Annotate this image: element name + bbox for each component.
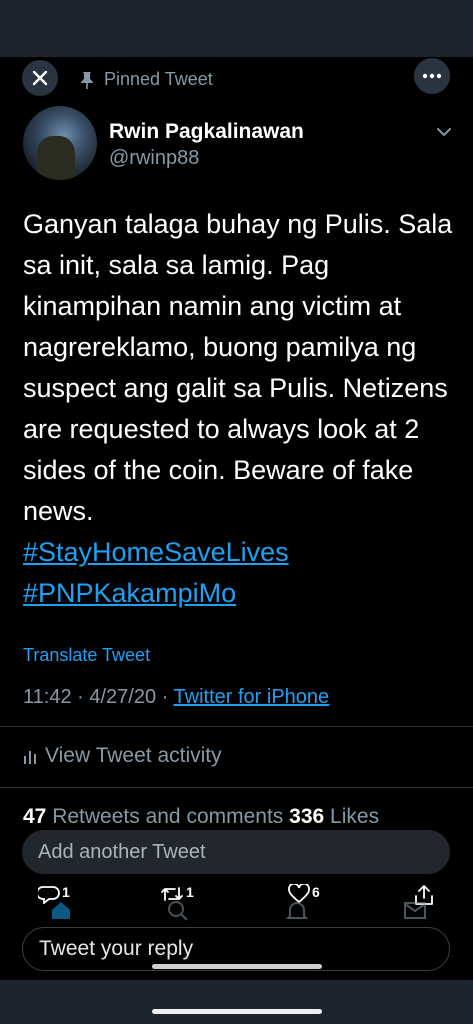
top-bar [0,0,473,57]
scroll-indicator [152,964,322,969]
close-icon [32,70,48,86]
retweet-count: 1 [186,884,194,900]
meta-separator: · [161,686,169,708]
meta-separator: · [77,686,84,708]
tweet-action-bar: 1 1 6 [0,876,473,926]
tweet-stats: 47 Retweets and comments 336 Likes [23,805,379,823]
likes-count[interactable]: 336 [289,805,324,823]
hashtag-link[interactable]: #StayHomeSaveLives [23,532,463,573]
likes-label[interactable]: Likes [330,805,379,823]
pinned-indicator: Pinned Tweet [80,69,213,90]
divider [0,787,473,788]
tweet-time: 11:42 [23,686,72,708]
add-another-tweet-button[interactable]: Add another Tweet [22,830,450,874]
chevron-down-icon [437,128,451,137]
tweet-options-button[interactable] [437,124,451,142]
author-handle[interactable]: @rwinp88 [109,147,199,170]
tweet-text-body: Ganyan talaga buhay ng Pulis. Sala sa in… [23,209,453,526]
retweets-count[interactable]: 47 [23,805,46,823]
bar-chart-icon [24,751,36,764]
close-button[interactable] [22,60,58,96]
view-tweet-activity-button[interactable]: View Tweet activity [23,744,222,768]
hashtag-link[interactable]: #PNPKakampiMo [23,573,463,614]
translate-tweet-link[interactable]: Translate Tweet [23,645,150,666]
view-tweet-activity-label: View Tweet activity [45,744,222,767]
mail-icon [404,902,426,919]
home-icon [52,902,70,919]
more-icon [422,73,442,79]
like-count: 6 [312,884,320,900]
tweet-meta: 11:42 · 4/27/20 · Twitter for iPhone [23,686,329,709]
pin-icon [81,71,93,89]
tweet-date: 4/27/20 [89,686,157,708]
author-display-name[interactable]: Rwin Pagkalinawan [109,120,304,144]
search-icon [168,901,188,921]
more-button[interactable] [414,58,450,94]
bottom-bar [0,980,473,1024]
avatar[interactable] [23,106,97,180]
divider [0,726,473,727]
home-indicator [152,1009,322,1014]
reply-count: 1 [62,884,70,900]
bell-icon [286,902,308,919]
add-another-tweet-label: Add another Tweet [38,840,206,863]
tweet-text: Ganyan talaga buhay ng Pulis. Sala sa in… [23,204,463,614]
retweets-label[interactable]: Retweets and comments [52,805,283,823]
tweet-source-link[interactable]: Twitter for iPhone [174,686,330,708]
pinned-label: Pinned Tweet [104,69,213,89]
reply-placeholder: Tweet your reply [39,937,194,960]
